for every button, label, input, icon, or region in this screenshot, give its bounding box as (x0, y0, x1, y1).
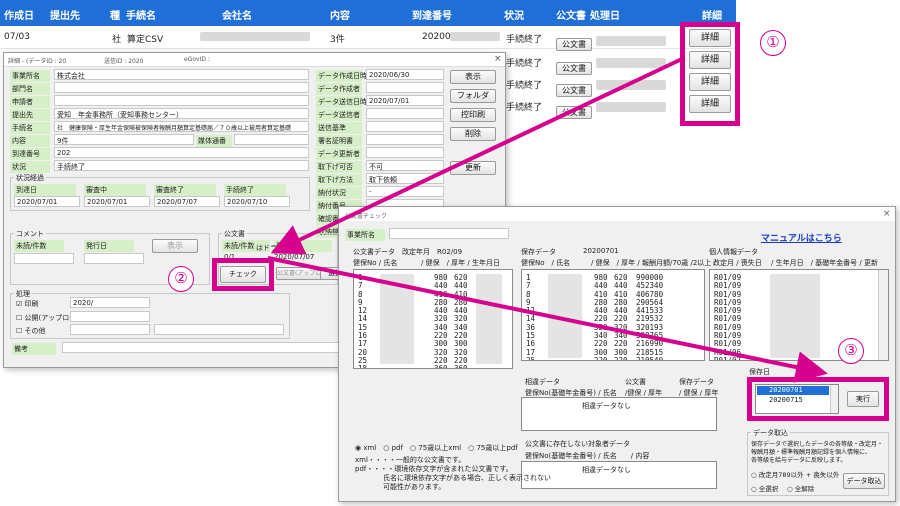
annotation-arrows (267, 56, 828, 383)
arrow-one-to-two (270, 56, 685, 255)
arrow-two-to-three (267, 256, 828, 383)
